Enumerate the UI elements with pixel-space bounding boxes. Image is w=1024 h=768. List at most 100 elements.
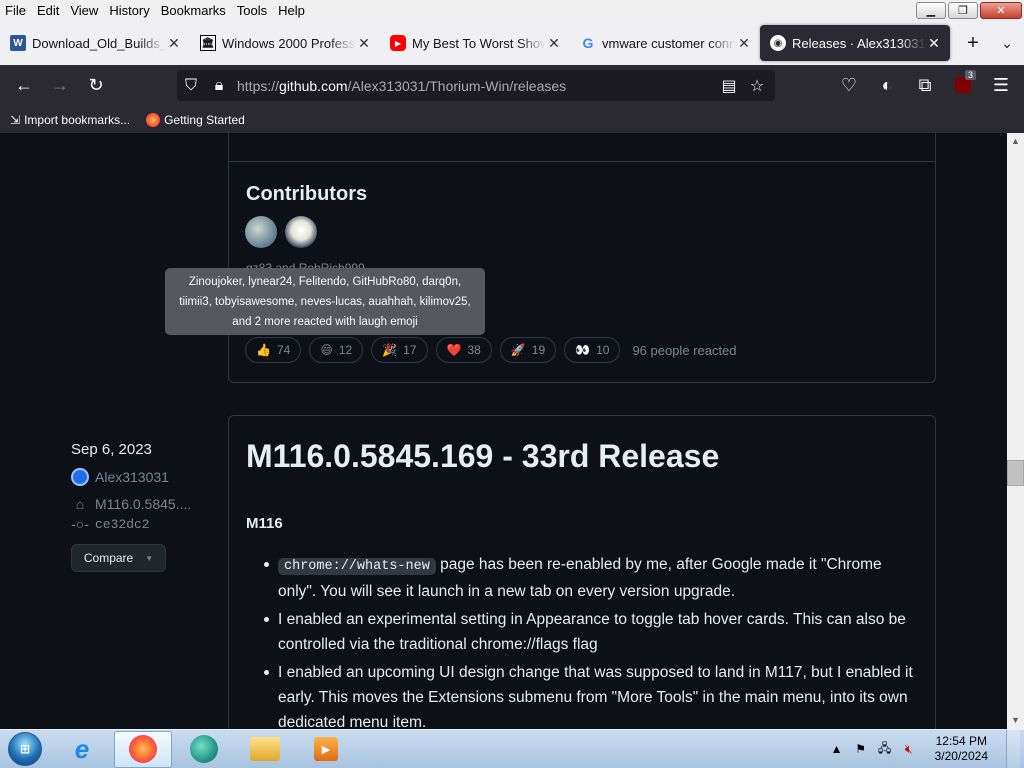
reaction-heart[interactable]: ❤️ 38 <box>435 337 492 363</box>
action-center-flag-icon[interactable]: ⚑ <box>853 742 869 756</box>
close-tab-icon[interactable]: ✕ <box>166 35 182 52</box>
commit-hash[interactable]: ce32dc2 <box>95 517 150 532</box>
close-tab-icon[interactable]: ✕ <box>926 35 942 52</box>
close-tab-icon[interactable]: ✕ <box>546 35 562 52</box>
reaction-eyes[interactable]: 👀 10 <box>564 337 621 363</box>
tab-title: My Best To Worst Shows <box>412 35 546 51</box>
bookmarks-toolbar: ⇲ Import bookmarks... Getting Started <box>0 106 1024 133</box>
clock[interactable]: 12:54 PM 3/20/2024 <box>925 734 998 764</box>
list-item: chrome://whats-new page has been re-enab… <box>246 552 916 604</box>
list-item: I enabled an upcoming UI design change t… <box>246 660 916 729</box>
thumbs-up-icon: 👍 <box>256 343 271 357</box>
inline-code: chrome://whats-new <box>278 558 436 575</box>
release-notes-list: chrome://whats-new page has been re-enab… <box>246 552 916 729</box>
compare-button[interactable]: Compare ▼ <box>71 544 166 572</box>
previous-release-card: Contributors gz83 and RobRich999 👍74 😄12… <box>228 133 936 383</box>
triangle-down-icon: ▼ <box>145 553 154 563</box>
release-tag[interactable]: ⌂ M116.0.5845.... <box>71 496 191 512</box>
taskbar-ie[interactable]: e <box>53 731 111 768</box>
bookmark-label: Getting Started <box>164 112 245 127</box>
close-window-button[interactable]: ✕ <box>980 2 1022 19</box>
contributor-avatar[interactable] <box>285 216 317 248</box>
bookmark-label: Import bookmarks... <box>24 112 131 127</box>
tab-google-vmware[interactable]: G vmware customer conne ✕ <box>570 25 760 61</box>
url-text[interactable]: https://github.com/Alex313031/Thorium-Wi… <box>233 78 715 94</box>
author-avatar[interactable] <box>71 468 89 486</box>
show-hidden-icons-icon[interactable]: ▲ <box>829 742 845 756</box>
tab-download-old-builds[interactable]: W Download_Old_Builds_6_ ✕ <box>0 25 190 61</box>
menu-bookmarks[interactable]: Bookmarks <box>156 3 232 18</box>
lock-icon[interactable]: 🔒︎ <box>205 77 233 95</box>
menu-bar: File Edit View History Bookmarks Tools H… <box>0 0 1024 21</box>
show-desktop-button[interactable] <box>1006 729 1020 768</box>
list-item: I enabled an experimental setting in App… <box>246 607 916 657</box>
reaction-laugh[interactable]: 😄 12 <box>309 337 364 363</box>
scroll-down-arrow-icon[interactable]: ▼ <box>1007 712 1024 729</box>
menu-help[interactable]: Help <box>273 3 311 18</box>
back-button[interactable]: ← <box>6 70 42 102</box>
restore-button[interactable]: ❐ <box>948 2 978 19</box>
windows-logo-icon: ⊞ <box>8 732 42 766</box>
notification-badge: 3 <box>964 70 976 80</box>
reaction-count: 38 <box>467 343 481 357</box>
web-page: Contributors gz83 and RobRich999 👍74 😄12… <box>0 133 1007 729</box>
tab-youtube[interactable]: ▶ My Best To Worst Shows ✕ <box>380 25 570 61</box>
scroll-up-arrow-icon[interactable]: ▲ <box>1007 133 1024 150</box>
release-commit[interactable]: -○- ce32dc2 <box>71 516 191 532</box>
reaction-count: 19 <box>531 343 546 357</box>
author-name[interactable]: Alex313031 <box>95 469 169 485</box>
taskbar-firefox[interactable] <box>114 730 172 768</box>
taskbar-app[interactable] <box>175 731 233 768</box>
release-sidebar: Sep 6, 2023 Alex313031 ⌂ M116.0.5845....… <box>71 441 191 572</box>
commit-icon: -○- <box>71 516 89 532</box>
contributor-avatar[interactable] <box>245 216 277 248</box>
hamburger-menu-icon[interactable]: ☰ <box>984 69 1018 101</box>
network-icon[interactable]: 🖧 <box>877 739 893 760</box>
reload-button[interactable]: ↻ <box>78 70 114 102</box>
close-tab-icon[interactable]: ✕ <box>356 35 372 52</box>
release-author[interactable]: Alex313031 <box>71 468 191 486</box>
bookmark-import[interactable]: ⇲ Import bookmarks... <box>0 113 136 127</box>
menu-edit[interactable]: Edit <box>32 3 65 18</box>
menu-tools[interactable]: Tools <box>232 3 273 18</box>
pocket-icon[interactable]: ♡ <box>832 69 866 101</box>
taskbar-media-player[interactable]: ▶ <box>297 731 355 768</box>
scroll-thumb[interactable] <box>1007 460 1024 486</box>
volume-muted-icon[interactable]: 🔇︎ <box>901 742 917 757</box>
divider <box>229 161 935 162</box>
reaction-thumbs-up[interactable]: 👍 74 <box>245 337 302 363</box>
forward-button[interactable]: → <box>42 70 78 102</box>
navigation-bar: ← → ↻ ⛉ 🔒︎ https://github.com/Alex313031… <box>0 65 1024 106</box>
bookmark-getting-started[interactable]: Getting Started <box>136 112 251 127</box>
taskbar-explorer[interactable] <box>236 731 294 768</box>
tab-strip: W Download_Old_Builds_6_ ✕ 🏛 Windows 200… <box>0 21 1024 65</box>
reaction-hooray[interactable]: 🎉 17 <box>371 337 428 363</box>
start-button[interactable]: ⊞ <box>0 730 50 768</box>
list-all-tabs-button[interactable]: ⌄ <box>990 35 1024 52</box>
new-tab-button[interactable]: + <box>956 32 990 55</box>
tab-github-releases[interactable]: ◉ Releases · Alex313031/Th ✕ <box>760 25 950 61</box>
contributors-heading: Contributors <box>246 183 368 205</box>
url-host: github.com <box>279 77 348 94</box>
reaction-rocket[interactable]: 🚀 19 <box>499 337 557 363</box>
tab-windows-2000[interactable]: 🏛 Windows 2000 Professio ✕ <box>190 25 380 61</box>
firefox-icon <box>146 112 161 127</box>
close-tab-icon[interactable]: ✕ <box>736 35 752 52</box>
firefox-account-icon[interactable]: ◐ <box>870 69 904 101</box>
extensions-icon[interactable]: ⧉ <box>908 69 942 101</box>
menu-file[interactable]: File <box>0 3 32 18</box>
bookmark-star-icon[interactable]: ☆ <box>743 76 771 96</box>
minimize-button[interactable]: ▁ <box>916 2 946 19</box>
tag-name[interactable]: M116.0.5845.... <box>95 496 191 512</box>
vertical-scrollbar[interactable]: ▲ ▼ <box>1007 133 1024 729</box>
menu-view[interactable]: View <box>65 3 104 18</box>
heart-icon: ❤️ <box>446 343 462 357</box>
media-player-icon: ▶ <box>314 737 338 761</box>
menu-history[interactable]: History <box>104 3 155 18</box>
ublock-icon[interactable]: 3 <box>946 69 980 101</box>
github-icon: ◉ <box>770 35 786 51</box>
release-title[interactable]: M116.0.5845.169 - 33rd Release <box>246 438 719 475</box>
shield-icon[interactable]: ⛉ <box>177 77 205 95</box>
address-bar[interactable]: ⛉ 🔒︎ https://github.com/Alex313031/Thori… <box>177 70 775 101</box>
reader-view-icon[interactable]: ▤ <box>715 76 743 96</box>
